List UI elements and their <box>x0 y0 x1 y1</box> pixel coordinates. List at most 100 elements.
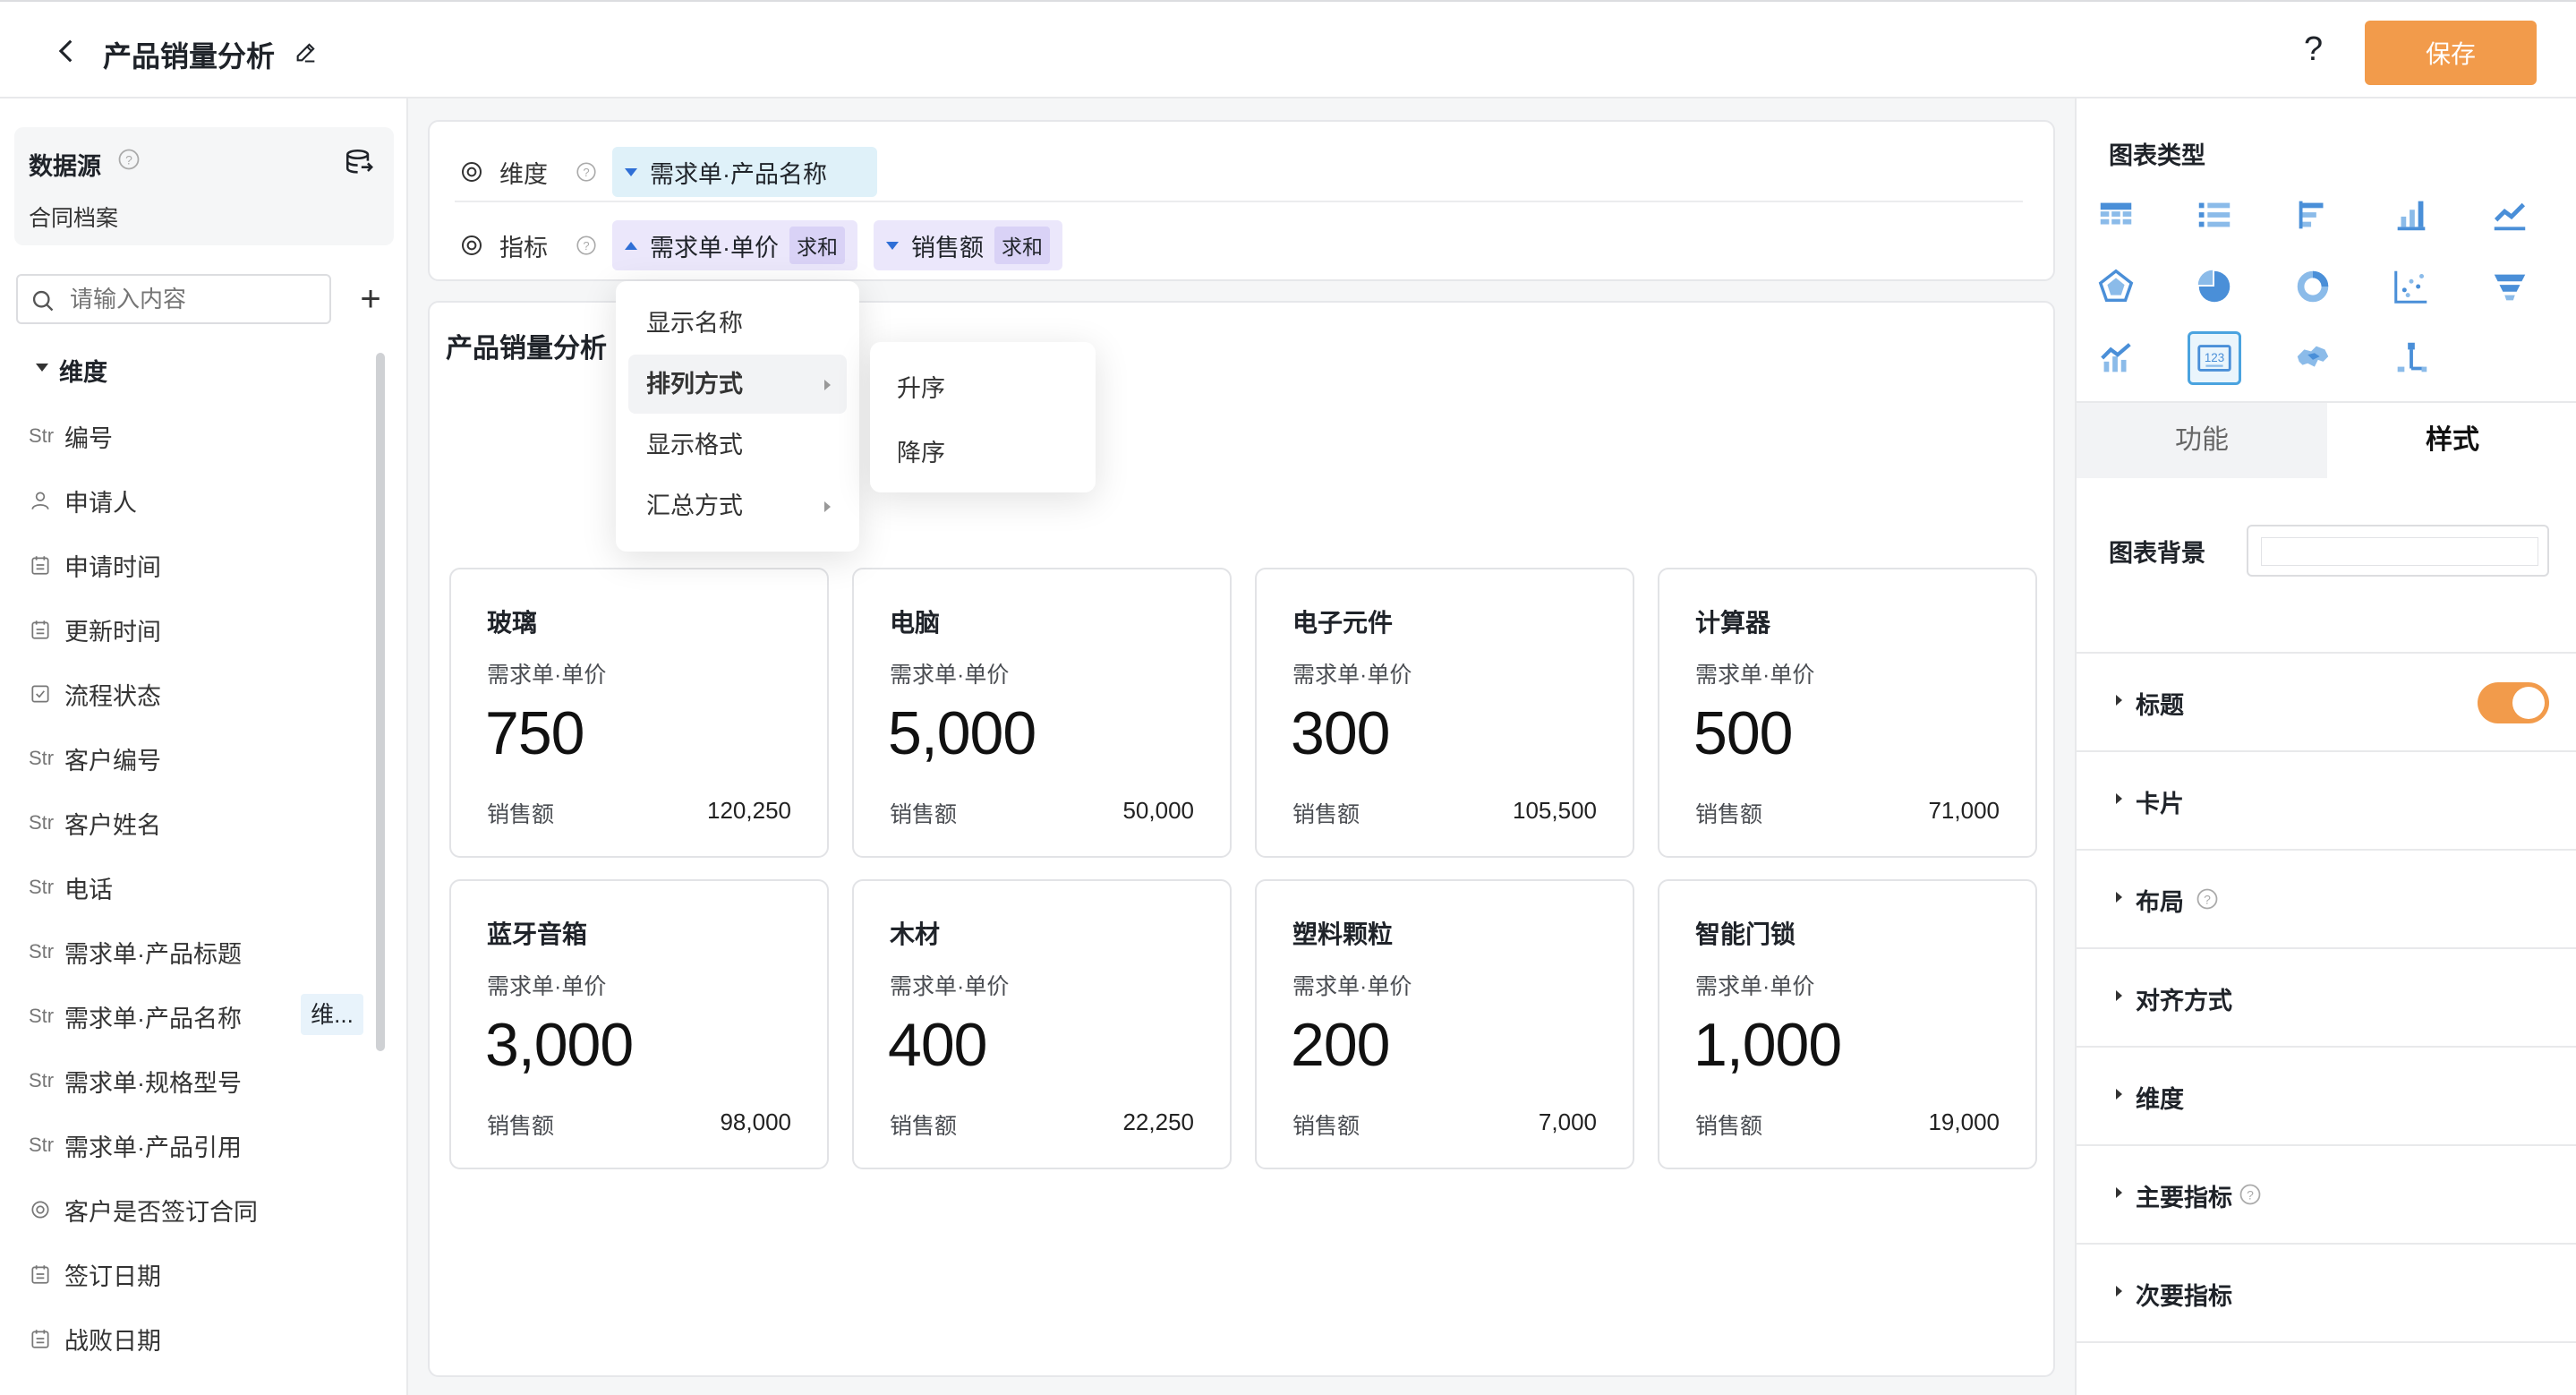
scatter-icon[interactable] <box>2384 260 2438 313</box>
indicator-card-icon[interactable]: 123 <box>2188 331 2241 385</box>
svg-text:?: ? <box>125 152 132 167</box>
card-metric-value: 200 <box>1291 1011 1390 1079</box>
caret-right-icon <box>2116 793 2122 804</box>
caret-right-icon <box>2116 990 2122 1001</box>
tree-icon[interactable] <box>2384 331 2438 385</box>
card-metric-value: 5,000 <box>888 699 1036 767</box>
indicator-card[interactable]: 电子元件 需求单·单价 300 销售额 105,500 <box>1255 568 1634 858</box>
style-section[interactable]: 维度 <box>2077 1046 2576 1144</box>
caret-down-icon <box>625 167 637 176</box>
card-metric-value: 750 <box>485 699 584 767</box>
menu-item-sort[interactable]: 排列方式 <box>628 355 847 414</box>
field-item[interactable]: Str 客户编号 <box>29 738 369 779</box>
metric-pill-sales[interactable]: 销售额 求和 <box>874 220 1062 270</box>
indicator-card[interactable]: 塑料颗粒 需求单·单价 200 销售额 7,000 <box>1255 879 1634 1169</box>
metric-pill-price[interactable]: 需求单·单价 求和 <box>612 220 857 270</box>
field-search[interactable] <box>16 274 331 324</box>
sort-descending[interactable]: 降序 <box>897 433 945 468</box>
field-label: 需求单·产品名称 <box>64 1005 242 1032</box>
help-button[interactable]: ? <box>2304 30 2323 69</box>
back-arrow-icon[interactable] <box>52 36 82 66</box>
indicator-card[interactable]: 木材 需求单·单价 400 销售额 22,250 <box>852 879 1232 1169</box>
card-secondary-value: 50,000 <box>1122 797 1194 824</box>
database-switch-icon[interactable] <box>344 147 374 177</box>
field-item[interactable]: 申请人 <box>29 480 369 521</box>
funnel-icon[interactable] <box>2483 260 2537 313</box>
field-item[interactable]: Str 编号 <box>29 415 369 457</box>
list-icon[interactable] <box>2188 188 2241 242</box>
field-item[interactable]: 流程状态 <box>29 673 369 715</box>
svg-text:?: ? <box>583 239 589 252</box>
dimension-tag[interactable]: 维... <box>301 994 363 1035</box>
add-field-button[interactable]: + <box>354 278 387 321</box>
card-secondary-label: 销售额 <box>1695 802 1763 827</box>
field-item[interactable]: 更新时间 <box>29 609 369 650</box>
scrollbar[interactable] <box>376 353 385 1051</box>
pie-icon[interactable] <box>2188 260 2241 313</box>
field-item[interactable]: Str 需求单·产品标题 <box>29 931 369 972</box>
aggregation-badge: 求和 <box>789 227 845 264</box>
field-item[interactable]: Str 客户姓名 <box>29 802 369 843</box>
help-circle-icon[interactable]: ? <box>2238 1182 2263 1207</box>
indicator-card[interactable]: 智能门锁 需求单·单价 1,000 销售额 19,000 <box>1658 879 2037 1169</box>
tab-style[interactable]: 样式 <box>2327 403 2576 478</box>
bar-vertical-icon[interactable] <box>2384 188 2438 242</box>
dimension-group-header[interactable]: 维度 <box>34 353 107 388</box>
card-secondary-value: 71,000 <box>1928 797 2000 824</box>
edit-icon[interactable] <box>294 39 319 64</box>
caret-right-icon <box>824 501 831 512</box>
style-section[interactable]: 主要指标? <box>2077 1144 2576 1243</box>
map-icon[interactable] <box>2286 331 2340 385</box>
field-item[interactable]: Str 电话 <box>29 867 369 908</box>
style-section[interactable]: 卡片 <box>2077 750 2576 849</box>
title-toggle[interactable] <box>2478 682 2549 723</box>
table-icon[interactable] <box>2089 188 2143 242</box>
indicator-card[interactable]: 电脑 需求单·单价 5,000 销售额 50,000 <box>852 568 1232 858</box>
help-circle-icon[interactable]: ? <box>575 160 598 184</box>
field-item[interactable]: 签订日期 <box>29 1254 369 1295</box>
help-circle-icon[interactable]: ? <box>2195 886 2220 911</box>
help-circle-icon[interactable]: ? <box>575 234 598 257</box>
field-label: 客户编号 <box>64 747 161 775</box>
donut-icon[interactable] <box>2286 260 2340 313</box>
chart-background-color-picker[interactable] <box>2247 525 2549 577</box>
card-category-name: 塑料颗粒 <box>1292 920 1394 948</box>
text-type-icon: Str <box>29 1134 55 1156</box>
bar-horizontal-icon[interactable] <box>2286 188 2340 242</box>
datasource-name: 合同档案 <box>29 206 119 231</box>
aggregation-badge: 求和 <box>994 227 1050 264</box>
field-item[interactable]: 申请时间 <box>29 544 369 586</box>
style-section[interactable]: 次要指标 <box>2077 1243 2576 1341</box>
save-button[interactable]: 保存 <box>2365 21 2537 85</box>
tab-function[interactable]: 功能 <box>2077 403 2327 478</box>
radar-icon[interactable] <box>2089 260 2143 313</box>
card-secondary-value: 22,250 <box>1122 1108 1194 1135</box>
field-item[interactable]: 战败日期 <box>29 1318 369 1359</box>
field-item[interactable]: Str 需求单·产品引用 <box>29 1125 369 1166</box>
style-section[interactable]: 布局? <box>2077 849 2576 947</box>
field-label: 需求单·产品引用 <box>64 1134 242 1161</box>
combo-icon[interactable] <box>2089 331 2143 385</box>
help-circle-icon[interactable]: ? <box>116 147 141 172</box>
card-secondary-label: 销售额 <box>1695 1114 1763 1139</box>
card-category-name: 计算器 <box>1695 609 1771 637</box>
style-section[interactable]: 对齐方式 <box>2077 947 2576 1046</box>
user-icon <box>29 489 64 512</box>
menu-item-aggregation[interactable]: 汇总方式 <box>628 476 847 535</box>
section-label: 标题 <box>2136 692 2184 719</box>
search-input[interactable] <box>70 283 320 315</box>
menu-item-display-name[interactable]: 显示名称 <box>628 294 847 353</box>
field-item[interactable]: 客户是否签订合同 <box>29 1189 369 1230</box>
field-item[interactable]: Str 需求单·规格型号 <box>29 1060 369 1101</box>
line-icon[interactable] <box>2483 188 2537 242</box>
indicator-card[interactable]: 玻璃 需求单·单价 750 销售额 120,250 <box>449 568 829 858</box>
dimension-pill[interactable]: 需求单·产品名称 <box>612 147 877 197</box>
indicator-card[interactable]: 计算器 需求单·单价 500 销售额 71,000 <box>1658 568 2037 858</box>
card-secondary-label: 销售额 <box>487 1114 555 1139</box>
indicator-card[interactable]: 蓝牙音箱 需求单·单价 3,000 销售额 98,000 <box>449 879 829 1169</box>
style-section[interactable]: 标题 <box>2077 652 2576 750</box>
svg-text:123: 123 <box>2205 351 2224 364</box>
menu-item-format[interactable]: 显示格式 <box>628 415 847 475</box>
sort-ascending[interactable]: 升序 <box>897 369 945 404</box>
card-metric-label: 需求单·单价 <box>487 974 607 999</box>
